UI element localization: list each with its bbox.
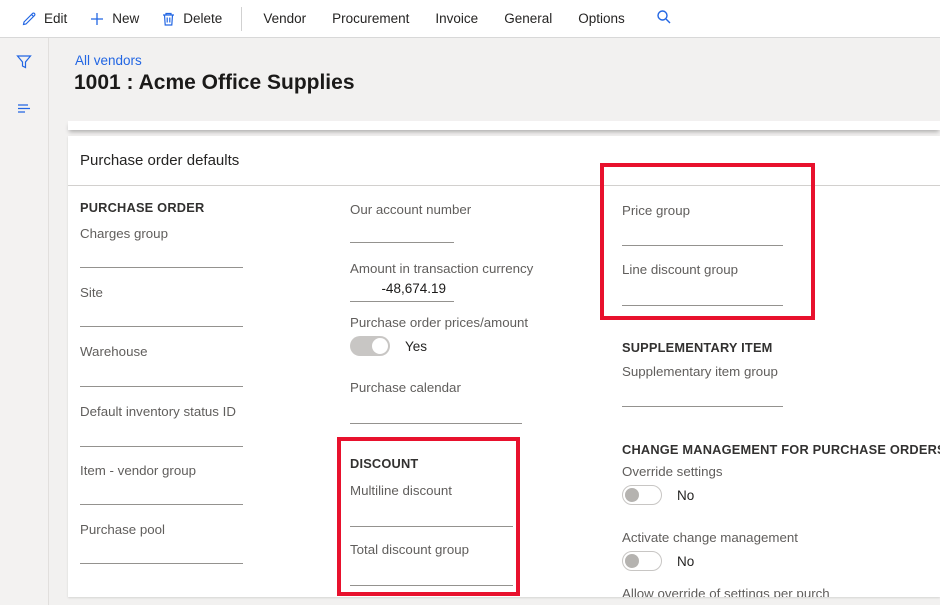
toggle-pill-on	[350, 336, 390, 356]
input-charges-group[interactable]	[80, 267, 243, 268]
label-site: Site	[80, 285, 103, 300]
label-total-discount-group: Total discount group	[350, 542, 470, 557]
input-line-discount-group[interactable]	[622, 305, 783, 306]
left-rail	[0, 38, 49, 605]
label-purchase-pool: Purchase pool	[80, 522, 166, 537]
edit-button[interactable]: Edit	[10, 0, 78, 37]
input-total-discount-group[interactable]	[350, 585, 513, 586]
input-multiline-discount[interactable]	[350, 526, 513, 527]
tab-procurement[interactable]: Procurement	[319, 0, 422, 37]
command-bar: Edit New Delete Vendor Procurement Invoi…	[0, 0, 940, 38]
search-button[interactable]	[648, 9, 680, 28]
toggle-purchase-order-prices-amount[interactable]: Yes	[350, 336, 427, 356]
toggle-override-settings[interactable]: No	[622, 485, 694, 505]
label-charges-group: Charges group	[80, 226, 168, 241]
tab-general-label: General	[504, 11, 553, 26]
label-override-settings: Override settings	[622, 464, 723, 479]
tab-options-label: Options	[578, 11, 625, 26]
new-button[interactable]: New	[78, 0, 150, 37]
vendor-details-page: Edit New Delete Vendor Procurement Invoi…	[0, 0, 940, 605]
breadcrumb[interactable]: All vendors	[75, 53, 142, 68]
toggle-knob	[372, 338, 388, 354]
input-supplementary-item-group[interactable]	[622, 406, 783, 407]
input-site[interactable]	[80, 326, 243, 327]
toggle-knob	[625, 488, 639, 502]
input-item-vendor-group[interactable]	[80, 504, 243, 505]
toggle-activate-change-management[interactable]: No	[622, 551, 694, 571]
filter-button[interactable]	[14, 54, 34, 74]
label-supplementary-item-group: Supplementary item group	[622, 364, 778, 379]
label-our-account-number: Our account number	[350, 202, 472, 217]
task-list-button[interactable]	[14, 100, 34, 120]
section-header[interactable]: Purchase order defaults	[68, 136, 940, 186]
toggle-state-label: No	[677, 553, 695, 569]
tab-vendor[interactable]: Vendor	[250, 0, 319, 37]
label-allow-override-settings: Allow override of settings per purch	[622, 586, 830, 597]
tab-options[interactable]: Options	[565, 0, 638, 37]
edit-button-label: Edit	[44, 11, 68, 26]
search-icon	[656, 9, 672, 28]
tab-invoice-label: Invoice	[435, 11, 479, 26]
delete-button[interactable]: Delete	[150, 0, 233, 37]
section-title: Purchase order defaults	[80, 152, 240, 169]
delete-button-label: Delete	[183, 11, 223, 26]
label-multiline-discount: Multiline discount	[350, 483, 452, 498]
toggle-knob	[625, 554, 639, 568]
value-amount-in-transaction-currency[interactable]: -48,674.19	[350, 281, 446, 296]
label-default-inventory-status-id: Default inventory status ID	[80, 404, 236, 419]
page-title: 1001 : Acme Office Supplies	[74, 71, 355, 94]
input-price-group[interactable]	[622, 245, 783, 246]
label-price-group: Price group	[622, 203, 690, 218]
input-purchase-pool[interactable]	[80, 563, 243, 564]
group-heading-purchase-order: PURCHASE ORDER	[80, 200, 205, 215]
list-lines-icon	[15, 99, 33, 122]
funnel-icon	[15, 53, 33, 76]
trash-icon	[161, 11, 176, 27]
input-our-account-number[interactable]	[350, 242, 454, 243]
toggle-pill-off	[622, 485, 662, 505]
previous-card-edge	[68, 121, 940, 130]
new-button-label: New	[112, 11, 140, 26]
plus-icon	[89, 11, 105, 27]
group-heading-discount: DISCOUNT	[350, 456, 419, 471]
pencil-icon	[21, 11, 37, 27]
toggle-state-label: No	[677, 487, 695, 503]
toolbar-divider	[241, 6, 243, 31]
label-warehouse: Warehouse	[80, 344, 148, 359]
toggle-pill-off	[622, 551, 662, 571]
toggle-state-label: Yes	[405, 338, 428, 354]
input-default-inventory-status-id[interactable]	[80, 446, 243, 447]
label-amount-in-transaction-currency: Amount in transaction currency	[350, 261, 534, 276]
group-heading-change-management: CHANGE MANAGEMENT FOR PURCHASE ORDERS	[622, 442, 940, 457]
label-item-vendor-group: Item - vendor group	[80, 463, 197, 478]
tab-vendor-label: Vendor	[263, 11, 307, 26]
label-line-discount-group: Line discount group	[622, 262, 739, 277]
input-warehouse[interactable]	[80, 386, 243, 387]
group-heading-supplementary-item: SUPPLEMENTARY ITEM	[622, 340, 773, 355]
tab-invoice[interactable]: Invoice	[422, 0, 491, 37]
label-activate-change-management: Activate change management	[622, 530, 798, 545]
label-purchase-calendar: Purchase calendar	[350, 380, 461, 395]
label-purchase-order-prices-amount: Purchase order prices/amount	[350, 315, 529, 330]
tab-procurement-label: Procurement	[332, 11, 410, 26]
purchase-order-defaults-card: Purchase order defaults PURCHASE ORDER C…	[68, 136, 940, 597]
input-amount-in-transaction-currency[interactable]	[350, 301, 454, 302]
tab-general[interactable]: General	[491, 0, 565, 37]
input-purchase-calendar[interactable]	[350, 423, 522, 424]
